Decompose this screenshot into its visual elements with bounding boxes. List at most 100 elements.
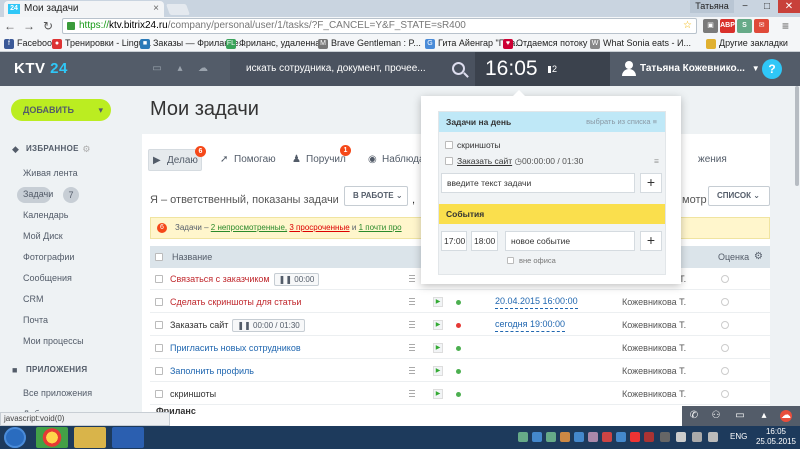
apps-section-title[interactable]: ■ ПРИЛОЖЕНИЯ [12, 365, 87, 375]
start-task-icon[interactable]: ▶ [433, 297, 443, 307]
sidebar-item-mail[interactable]: Почта [23, 315, 48, 325]
sidebar-item-tasks[interactable]: Задачи [23, 189, 53, 199]
bookmark-item[interactable]: M Brave Gentleman : P... [318, 35, 421, 52]
row-checkbox[interactable] [155, 298, 163, 306]
sidebar-item-my-processes[interactable]: Мои процессы [23, 336, 84, 346]
tray-icon[interactable] [676, 432, 686, 442]
tray-icon[interactable] [616, 432, 626, 442]
task-mark-icon[interactable] [721, 367, 729, 375]
table-row[interactable]: Пригласить новых сотрудников ▶ Кожевникова… [150, 337, 770, 359]
bookmark-item[interactable]: FL Фриланс, удаленна... [226, 35, 328, 52]
window-user-badge[interactable]: Татьяна [690, 0, 734, 13]
extension-icon[interactable]: ▣ [703, 19, 718, 33]
row-checkbox[interactable] [155, 367, 163, 375]
language-indicator[interactable]: ENG [730, 432, 747, 441]
task-title-link[interactable]: Заказать сайт ❚❚ 00:00 / 01:30 [170, 314, 305, 336]
tray-icon[interactable] [602, 432, 612, 442]
start-button[interactable] [4, 427, 26, 448]
tray-icon[interactable] [660, 432, 670, 442]
table-row[interactable]: Сделать скриншоты для статьи ▶ 20.04.2015 … [150, 291, 770, 313]
forward-arrow-icon[interactable]: → [22, 19, 36, 33]
row-checkbox[interactable] [155, 275, 163, 283]
start-task-icon[interactable]: ▶ [433, 389, 443, 399]
user-menu[interactable]: Татьяна Кожевнико... ▼ [610, 52, 760, 86]
task-mark-icon[interactable] [721, 275, 729, 283]
sidebar-item-photos[interactable]: Фотографии [23, 252, 74, 262]
view-select[interactable]: СПИСОК ⌄ [708, 186, 770, 206]
task-responsible[interactable]: Кожевникова Т. [622, 360, 686, 382]
explorer-taskbar-icon[interactable] [74, 427, 106, 448]
table-row[interactable]: скриншоты ▶ Кожевникова Т. [150, 383, 770, 405]
chrome-taskbar-icon[interactable] [36, 427, 68, 448]
close-window-button[interactable]: ✕ [778, 0, 800, 13]
task-responsible[interactable]: Кожевникова Т. [622, 337, 686, 359]
volume-icon[interactable] [708, 432, 718, 442]
status-select[interactable]: В РАБОТЕ ⌄ [344, 186, 408, 206]
add-event-button[interactable]: + [640, 231, 662, 251]
search-input[interactable]: искать сотрудника, документ, прочее... [230, 52, 475, 86]
sidebar-item-messages[interactable]: Сообщения [23, 273, 72, 283]
tray-icon[interactable] [644, 432, 654, 442]
start-task-icon[interactable]: ▶ [433, 366, 443, 376]
browser-tab[interactable]: 24 Мои задачи × [4, 1, 164, 17]
column-name[interactable]: Название [172, 246, 212, 268]
bookmark-item[interactable]: f Facebook [4, 35, 57, 52]
tray-icon[interactable] [588, 432, 598, 442]
minimize-button[interactable]: − [734, 0, 756, 13]
drag-handle-icon[interactable]: ≡ [654, 155, 659, 167]
favorites-section-title[interactable]: ◆ ИЗБРАННОЕ ⚙ [12, 144, 90, 154]
tab-tail[interactable]: жения [680, 149, 727, 171]
search-icon[interactable] [452, 62, 465, 75]
help-button[interactable]: ? [762, 59, 782, 79]
task-deadline[interactable]: сегодня 19:00:00 [495, 317, 566, 332]
task-title-link[interactable]: Пригласить новых сотрудников [170, 337, 301, 359]
tray-icon[interactable] [630, 432, 640, 442]
outside-office-checkbox[interactable] [507, 257, 514, 264]
address-bar[interactable]: https://ktv.bitrix24.ru/company/personal… [62, 18, 697, 34]
column-mark[interactable]: Оценка [718, 246, 749, 268]
row-menu-icon[interactable] [409, 275, 415, 282]
other-bookmarks[interactable]: Другие закладки [706, 35, 788, 52]
row-menu-icon[interactable] [409, 367, 415, 374]
select-all-checkbox[interactable] [155, 253, 163, 261]
tray-icon[interactable] [560, 432, 570, 442]
task-responsible[interactable]: Кожевникова Т. [622, 383, 686, 405]
word-taskbar-icon[interactable] [112, 427, 144, 448]
task-mark-icon[interactable] [721, 344, 729, 352]
task-title-link[interactable]: скриншоты [170, 383, 216, 405]
bookmark-item[interactable]: ● Тренировки - Lingu... [52, 35, 151, 52]
task-responsible[interactable]: Кожевникова Т. [622, 291, 686, 313]
table-row[interactable]: Заполнить профиль ▶ Кожевникова Т. [150, 360, 770, 382]
planner-task-item[interactable]: скриншоты [445, 139, 501, 151]
planner-task-item[interactable]: Заказать сайт ◷00:00:00 / 01:30 ≡ [445, 155, 661, 167]
task-mark-icon[interactable] [721, 390, 729, 398]
sidebar-item-my-drive[interactable]: Мой Диск [23, 231, 63, 241]
task-text-input[interactable]: введите текст задачи [441, 173, 635, 193]
task-mark-icon[interactable] [721, 298, 729, 306]
event-start-input[interactable]: 17:00 [441, 231, 467, 251]
row-checkbox[interactable] [155, 390, 163, 398]
tray-icon[interactable] [546, 432, 556, 442]
system-clock[interactable]: 16:05 25.05.2015 [752, 427, 800, 447]
outside-office-option[interactable]: вне офиса [507, 255, 556, 267]
sidebar-item-crm[interactable]: CRM [23, 294, 44, 304]
cloud-icon[interactable]: ☁ [780, 410, 792, 422]
tray-icon[interactable] [574, 432, 584, 442]
row-menu-icon[interactable] [409, 321, 415, 328]
table-row[interactable]: Заказать сайт ❚❚ 00:00 / 01:30 ▶ сегодня 19… [150, 314, 770, 336]
add-task-button[interactable]: + [640, 173, 662, 193]
row-menu-icon[interactable] [409, 344, 415, 351]
tab-assigned[interactable]: ♟ Поручил 1 [288, 145, 351, 171]
sidebar-item-live-feed[interactable]: Живая лента [23, 168, 78, 178]
task-mark-icon[interactable] [721, 321, 729, 329]
bookmark-item[interactable]: W What Sonia eats - И... [590, 35, 691, 52]
gear-icon[interactable]: ⚙ [82, 144, 90, 155]
task-title-link[interactable]: Сделать скриншоты для статьи [170, 291, 301, 313]
bookmark-star-icon[interactable]: ☆ [683, 19, 692, 33]
contacts-icon[interactable]: ⚇ [710, 410, 722, 422]
network-icon[interactable] [692, 432, 702, 442]
task-title-link[interactable]: Связаться с заказчиком ❚❚ 00:00 [170, 268, 320, 290]
task-timer[interactable]: ❚❚ 00:00 [273, 273, 320, 286]
notifications-bell-icon[interactable]: ▴ [175, 64, 185, 74]
task-deadline[interactable]: 20.04.2015 16:00:00 [495, 294, 578, 309]
